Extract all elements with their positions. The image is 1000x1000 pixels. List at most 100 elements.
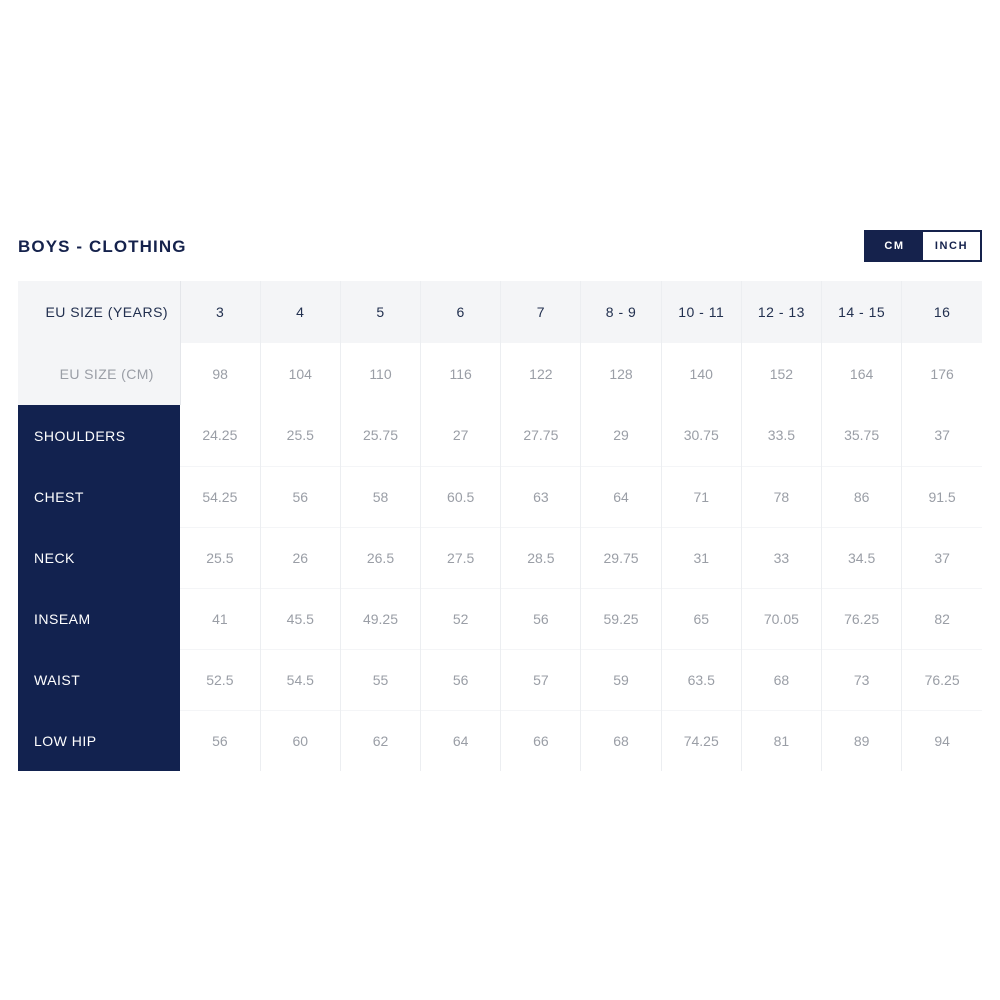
measurement-cell: 74.25 xyxy=(661,709,742,771)
measurement-cell: 49.25 xyxy=(340,587,422,649)
table-body: SHOULDERS 24.25 25.5 25.75 27 27.75 29 3… xyxy=(18,405,982,771)
measurement-cell: 37 xyxy=(901,405,982,466)
column-header-size: 14 - 15 xyxy=(821,281,903,343)
column-header-size: 3 xyxy=(180,281,261,343)
measurement-cell: 73 xyxy=(821,648,903,710)
measurement-cell: 33 xyxy=(741,526,823,588)
column-header-size: 4 xyxy=(260,281,341,343)
measurement-cell: 64 xyxy=(420,709,502,771)
measurement-cell: 70.05 xyxy=(741,587,823,649)
measurement-cell: 56 xyxy=(500,587,582,649)
measurement-cell: 37 xyxy=(901,526,982,588)
column-header-size: 5 xyxy=(340,281,422,343)
measurement-cell: 68 xyxy=(741,648,823,710)
row-label: WAIST xyxy=(18,649,181,710)
measurement-cell: 34.5 xyxy=(821,526,903,588)
measurement-cell: 24.25 xyxy=(180,405,261,466)
unit-toggle-inch-button[interactable]: INCH xyxy=(923,232,980,260)
row-label: SHOULDERS xyxy=(18,405,181,466)
column-header-size: 16 xyxy=(901,281,982,343)
measurement-cell: 52 xyxy=(420,587,502,649)
eu-size-cm-cell: 98 xyxy=(180,343,261,405)
table-row: LOW HIP 56 60 62 64 66 68 74.25 81 89 94 xyxy=(18,709,982,771)
measurement-cell: 27 xyxy=(420,405,502,466)
measurement-cell: 25.5 xyxy=(180,526,261,588)
measurement-cell: 62 xyxy=(340,709,422,771)
eu-size-cm-cell: 152 xyxy=(741,343,823,405)
chart-header: BOYS - CLOTHING CM INCH xyxy=(18,228,982,264)
measurement-cell: 63 xyxy=(500,465,582,527)
measurement-cell: 25.5 xyxy=(260,405,341,466)
row-label: NECK xyxy=(18,527,181,588)
row-label: INSEAM xyxy=(18,588,181,649)
table-row: SHOULDERS 24.25 25.5 25.75 27 27.75 29 3… xyxy=(18,405,982,466)
measurement-cell: 25.75 xyxy=(340,405,422,466)
measurement-cell: 82 xyxy=(901,587,982,649)
header-label-eu-size-years: EU SIZE (YEARS) xyxy=(18,281,181,343)
size-table-container: EU SIZE (YEARS) 3 4 5 6 7 8 - 9 10 - 11 … xyxy=(18,281,982,771)
measurement-cell: 91.5 xyxy=(901,465,982,527)
measurement-cell: 56 xyxy=(420,648,502,710)
eu-size-cm-cell: 128 xyxy=(580,343,662,405)
measurement-cell: 33.5 xyxy=(741,405,823,466)
measurement-cell: 29.75 xyxy=(580,526,662,588)
measurement-cell: 66 xyxy=(500,709,582,771)
table-row: NECK 25.5 26 26.5 27.5 28.5 29.75 31 33 … xyxy=(18,526,982,588)
table-row: CHEST 54.25 56 58 60.5 63 64 71 78 86 91… xyxy=(18,465,982,527)
column-header-size: 12 - 13 xyxy=(741,281,823,343)
column-header-size: 8 - 9 xyxy=(580,281,662,343)
table-row: INSEAM 41 45.5 49.25 52 56 59.25 65 70.0… xyxy=(18,587,982,649)
eu-size-cm-cell: 164 xyxy=(821,343,903,405)
measurement-cell: 59.25 xyxy=(580,587,662,649)
measurement-cell: 45.5 xyxy=(260,587,341,649)
unit-toggle-cm-button[interactable]: CM xyxy=(866,232,923,260)
measurement-cell: 26.5 xyxy=(340,526,422,588)
measurement-cell: 26 xyxy=(260,526,341,588)
measurement-cell: 27.75 xyxy=(500,405,582,466)
measurement-cell: 60.5 xyxy=(420,465,502,527)
measurement-cell: 28.5 xyxy=(500,526,582,588)
header-label-eu-size-cm: EU SIZE (CM) xyxy=(18,343,181,405)
measurement-cell: 27.5 xyxy=(420,526,502,588)
measurement-cell: 54.25 xyxy=(180,465,261,527)
row-label: LOW HIP xyxy=(18,710,181,771)
measurement-cell: 76.25 xyxy=(821,587,903,649)
header-row-eu-size-years: EU SIZE (YEARS) 3 4 5 6 7 8 - 9 10 - 11 … xyxy=(18,281,982,343)
measurement-cell: 55 xyxy=(340,648,422,710)
measurement-cell: 78 xyxy=(741,465,823,527)
eu-size-cm-cell: 122 xyxy=(500,343,582,405)
unit-toggle[interactable]: CM INCH xyxy=(864,230,982,262)
eu-size-cm-cell: 176 xyxy=(901,343,982,405)
size-chart-table: EU SIZE (YEARS) 3 4 5 6 7 8 - 9 10 - 11 … xyxy=(18,281,982,771)
measurement-cell: 57 xyxy=(500,648,582,710)
table-row: WAIST 52.5 54.5 55 56 57 59 63.5 68 73 7… xyxy=(18,648,982,710)
measurement-cell: 94 xyxy=(901,709,982,771)
measurement-cell: 60 xyxy=(260,709,341,771)
eu-size-cm-cell: 110 xyxy=(340,343,422,405)
measurement-cell: 29 xyxy=(580,405,662,466)
measurement-cell: 56 xyxy=(180,709,261,771)
column-header-size: 10 - 11 xyxy=(661,281,742,343)
measurement-cell: 59 xyxy=(580,648,662,710)
measurement-cell: 65 xyxy=(661,587,742,649)
measurement-cell: 63.5 xyxy=(661,648,742,710)
measurement-cell: 71 xyxy=(661,465,742,527)
measurement-cell: 41 xyxy=(180,587,261,649)
eu-size-cm-cell: 116 xyxy=(420,343,502,405)
header-row-eu-size-cm: EU SIZE (CM) 98 104 110 116 122 128 140 … xyxy=(18,343,982,405)
measurement-cell: 31 xyxy=(661,526,742,588)
measurement-cell: 30.75 xyxy=(661,405,742,466)
measurement-cell: 35.75 xyxy=(821,405,903,466)
measurement-cell: 89 xyxy=(821,709,903,771)
column-header-size: 7 xyxy=(500,281,582,343)
table-head: EU SIZE (YEARS) 3 4 5 6 7 8 - 9 10 - 11 … xyxy=(18,281,982,405)
measurement-cell: 64 xyxy=(580,465,662,527)
eu-size-cm-cell: 104 xyxy=(260,343,341,405)
measurement-cell: 58 xyxy=(340,465,422,527)
row-label: CHEST xyxy=(18,466,181,527)
page-title: BOYS - CLOTHING xyxy=(18,236,187,256)
size-chart-page: BOYS - CLOTHING CM INCH EU SIZE (YEARS) … xyxy=(0,0,1000,1000)
eu-size-cm-cell: 140 xyxy=(661,343,742,405)
measurement-cell: 56 xyxy=(260,465,341,527)
column-header-size: 6 xyxy=(420,281,502,343)
